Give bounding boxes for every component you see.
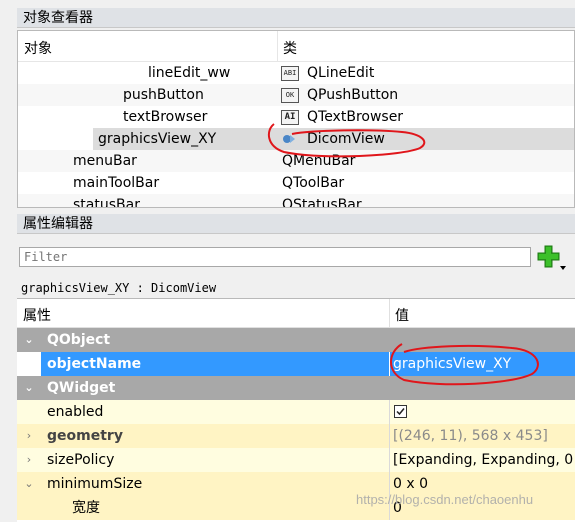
tree-row-statusbar[interactable]: statusBar QStatusBar <box>18 194 574 208</box>
property-name: geometry <box>47 428 123 444</box>
chevron-down-icon[interactable]: ⌄ <box>23 472 35 496</box>
add-dynamic-property-button[interactable] <box>536 244 568 274</box>
property-name: sizePolicy <box>47 452 115 468</box>
tree-row-class: QLineEdit <box>307 65 375 81</box>
chevron-down-icon[interactable]: ⌄ <box>23 376 35 400</box>
property-row-sizepolicy[interactable]: › sizePolicy [Expanding, Expanding, 0 <box>17 448 575 472</box>
tree-row-class: DicomView <box>307 131 385 147</box>
tree-row-class: QTextBrowser <box>307 109 404 125</box>
tree-row-name: pushButton <box>123 87 204 103</box>
textbrowser-icon: AI <box>281 110 299 125</box>
object-tree-header: 对象 类 <box>18 31 574 62</box>
object-inspector-title: 对象查看器 <box>17 8 575 28</box>
object-tree[interactable]: 对象 类 lineEdit_ww ABI QLineEdit pushButto… <box>17 30 575 208</box>
property-value-objectname[interactable]: graphicsView_XY <box>393 352 575 376</box>
lineedit-icon: ABI <box>281 66 299 81</box>
chevron-right-icon[interactable]: › <box>23 448 35 472</box>
tree-row-name: lineEdit_ww <box>148 65 231 81</box>
plus-icon <box>537 245 566 270</box>
tree-row-graphicsview[interactable]: graphicsView_XY DicomView <box>18 128 574 150</box>
tree-row-class: QToolBar <box>282 175 345 191</box>
tree-row-class: QStatusBar <box>282 197 362 208</box>
column-header-class[interactable]: 类 <box>283 38 297 58</box>
tree-row-name: mainToolBar <box>73 175 160 191</box>
tree-row-lineedit[interactable]: lineEdit_ww ABI QLineEdit <box>18 62 574 84</box>
group-row-qwidget[interactable]: ⌄ QWidget <box>17 376 575 400</box>
tree-row-textbrowser[interactable]: textBrowser AI QTextBrowser <box>18 106 574 128</box>
chevron-down-icon <box>560 266 566 270</box>
tree-row-name: statusBar <box>73 197 140 208</box>
pushbutton-icon: OK <box>281 88 299 103</box>
watermark: https://blog.csdn.net/chaoenhu <box>356 492 534 507</box>
tree-row-class: QMenuBar <box>282 153 356 169</box>
chevron-right-icon[interactable]: › <box>23 424 35 448</box>
filter-input[interactable] <box>19 247 531 267</box>
property-name: 宽度 <box>72 500 100 516</box>
column-header-object[interactable]: 对象 <box>24 38 52 58</box>
chevron-down-icon[interactable]: ⌄ <box>23 328 35 352</box>
enabled-checkbox[interactable] <box>394 405 407 418</box>
column-header-value[interactable]: 值 <box>395 305 409 325</box>
tree-row-pushbutton[interactable]: pushButton OK QPushButton <box>18 84 574 106</box>
property-value-geometry[interactable]: [(246, 11), 568 x 453] <box>393 424 575 448</box>
property-table[interactable]: 属性 值 ⌄ QObject objectName graphicsView_X… <box>17 298 575 522</box>
property-name: objectName <box>47 356 142 372</box>
column-header-property[interactable]: 属性 <box>23 305 51 325</box>
group-label: QWidget <box>47 380 116 396</box>
tree-row-maintoolbar[interactable]: mainToolBar QToolBar <box>18 172 574 194</box>
tree-row-name: menuBar <box>73 153 137 169</box>
property-name: enabled <box>47 404 104 420</box>
property-editor-title: 属性编辑器 <box>17 214 575 234</box>
current-object-label: graphicsView_XY : DicomView <box>21 281 217 295</box>
property-row-objectname[interactable]: objectName graphicsView_XY <box>17 352 575 376</box>
tree-row-class: QPushButton <box>307 87 399 103</box>
tree-row-menubar[interactable]: menuBar QMenuBar <box>18 150 574 172</box>
property-row-enabled[interactable]: enabled <box>17 400 575 424</box>
checkmark-icon <box>396 408 405 416</box>
property-table-header: 属性 值 <box>17 299 575 328</box>
property-value-sizepolicy[interactable]: [Expanding, Expanding, 0 <box>393 448 575 472</box>
tree-row-name: graphicsView_XY <box>93 128 278 150</box>
tree-row-name: textBrowser <box>123 109 208 125</box>
group-label: QObject <box>47 332 111 348</box>
graphicsview-icon <box>281 132 297 145</box>
property-name: minimumSize <box>47 476 143 492</box>
property-row-geometry[interactable]: › geometry [(246, 11), 568 x 453] <box>17 424 575 448</box>
group-row-qobject[interactable]: ⌄ QObject <box>17 328 575 352</box>
